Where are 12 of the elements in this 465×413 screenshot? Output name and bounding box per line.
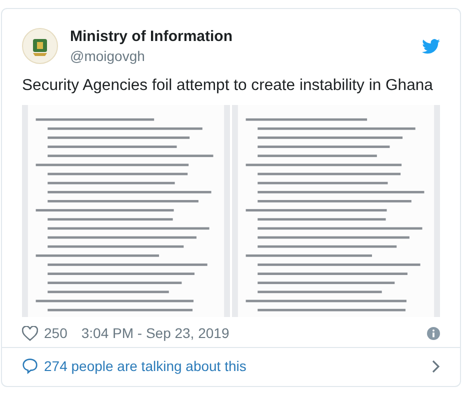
author-handle[interactable]: @moigovgh (70, 47, 410, 65)
speech-bubble-icon (22, 358, 38, 374)
chevron-right-icon (432, 360, 440, 372)
like-count: 250 (44, 325, 68, 341)
coat-of-arms-avatar-icon (22, 28, 58, 64)
tweet-timestamp[interactable]: 3:04 PM - Sep 23, 2019 (81, 325, 230, 341)
author-name[interactable]: Ministry of Information (70, 27, 410, 47)
conversation-link[interactable]: 274 people are talking about this (2, 347, 460, 386)
tweet-text: Security Agencies foil attempt to create instability in Ghana (21, 76, 434, 96)
bird-logo-icon[interactable] (422, 38, 440, 54)
heart-icon[interactable] (22, 326, 38, 340)
info-icon[interactable] (427, 326, 440, 340)
